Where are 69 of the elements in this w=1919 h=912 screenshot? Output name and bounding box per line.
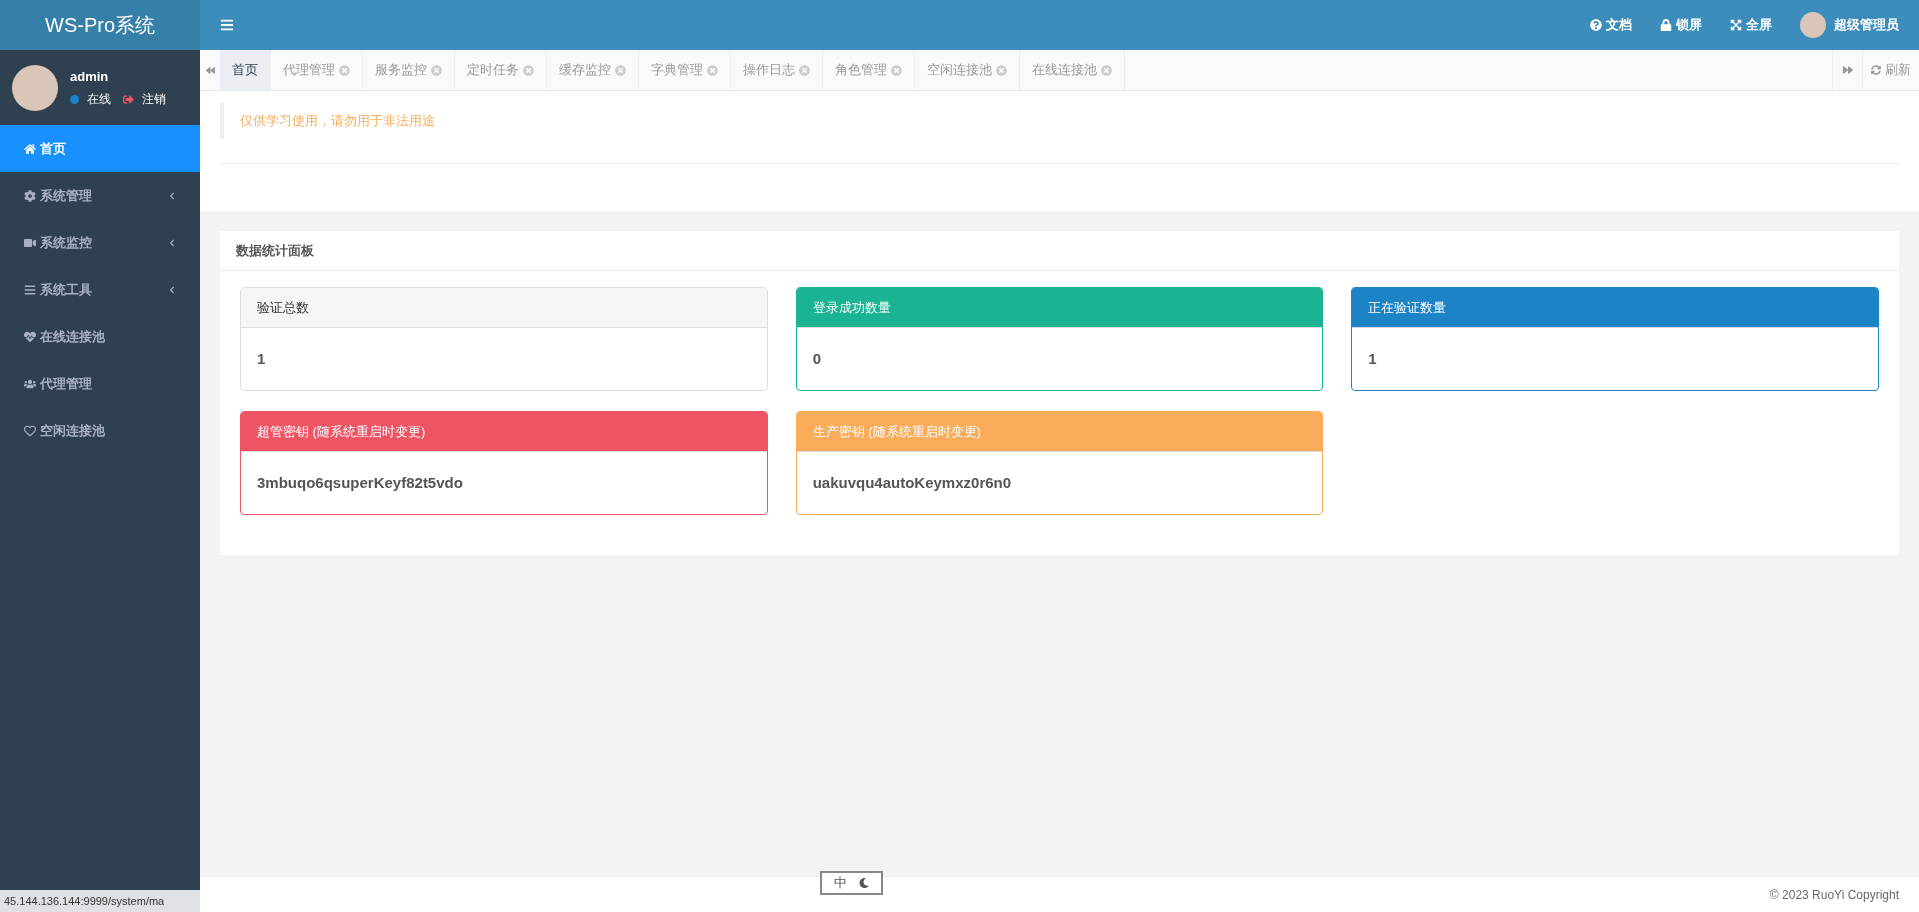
close-icon[interactable] (799, 64, 810, 76)
navbar-link[interactable]: 锁屏 (1660, 15, 1702, 35)
sidebar-item[interactable]: 代理管理 (0, 360, 200, 407)
page-tab[interactable]: 空闲连接池 (915, 50, 1020, 90)
ime-toolbar[interactable]: 中 (820, 871, 883, 895)
user-name: admin (70, 67, 110, 86)
card-value: 1 (1368, 348, 1377, 369)
refresh-icon (1871, 65, 1881, 75)
close-icon[interactable] (615, 64, 626, 76)
panel-title: 数据统计面板 (236, 241, 314, 260)
close-icon[interactable] (707, 64, 718, 76)
card-title: 正在验证数量 (1368, 298, 1447, 317)
sidebar-item[interactable]: 空闲连接池 (0, 407, 200, 454)
card-title: 生产密钥 (随系统重启时变更) (812, 422, 981, 441)
page-tab[interactable]: 首页 (220, 50, 271, 90)
close-icon[interactable] (431, 64, 442, 76)
card-title: 超管密钥 (随系统重启时变更) (257, 422, 426, 441)
forward-icon (1842, 65, 1853, 75)
brand-title: WS-Pro系统 (45, 13, 155, 38)
footer-copyright: © 2023 RuoYi Copyright (1769, 886, 1899, 904)
close-icon[interactable] (891, 64, 902, 76)
heartbeat-icon (24, 330, 36, 343)
page-tab[interactable]: 在线连接池 (1020, 50, 1125, 90)
card-value: uakuvqu4autoKeymxz0r6n0 (812, 472, 1012, 493)
avatar (12, 64, 58, 111)
heart-icon (24, 424, 36, 437)
card-title: 验证总数 (257, 298, 309, 317)
expand-icon (1730, 19, 1742, 31)
navbar-avatar (1800, 12, 1826, 38)
navbar-link[interactable]: 文档 (1590, 15, 1632, 35)
close-icon[interactable] (1101, 64, 1112, 76)
logout-icon (123, 93, 134, 105)
close-icon[interactable] (339, 64, 350, 76)
logout-link[interactable]: 注销 (142, 90, 166, 109)
refresh-button[interactable]: 刷新 (1862, 50, 1919, 90)
page-tab[interactable]: 缓存监控 (547, 50, 639, 90)
sidebar-item[interactable]: 系统监控 (0, 219, 200, 266)
ime-language[interactable]: 中 (834, 873, 847, 893)
navbar-link[interactable]: 全屏 (1730, 15, 1772, 35)
sidebar-item[interactable]: 首页 (0, 125, 200, 172)
users-icon (24, 377, 36, 390)
user-menu-link[interactable]: 超级管理员 (1834, 15, 1899, 35)
page-tab[interactable]: 角色管理 (823, 50, 915, 90)
card-value: 3mbuqo6qsuperKeyf82t5vdo (257, 472, 463, 493)
home-icon (24, 142, 36, 155)
gear-icon (24, 189, 36, 202)
online-status: 在线 (87, 91, 111, 109)
page-tab[interactable]: 字典管理 (639, 50, 731, 90)
sidebar-item[interactable]: 在线连接池 (0, 313, 200, 360)
page-tab[interactable]: 代理管理 (271, 50, 363, 90)
sidebar-item[interactable]: 系统管理 (0, 172, 200, 219)
video-camera-icon (24, 236, 36, 249)
page-tab[interactable]: 操作日志 (731, 50, 823, 90)
lock-icon (1660, 19, 1672, 31)
sidebar-item[interactable]: 系统工具 (0, 266, 200, 313)
card-title: 登录成功数量 (812, 298, 891, 317)
close-icon[interactable] (523, 64, 534, 76)
close-icon[interactable] (996, 64, 1007, 76)
card-value: 1 (257, 348, 266, 369)
page-tab[interactable]: 服务监控 (363, 50, 455, 90)
notice-text: 仅供学习使用，请勿用于非法用途 (240, 113, 435, 128)
question-icon (1590, 19, 1602, 31)
moon-icon[interactable] (859, 878, 869, 888)
menu-icon (24, 283, 36, 296)
menu-icon[interactable] (220, 18, 234, 32)
backward-icon (205, 65, 215, 75)
card-value: 0 (812, 348, 821, 369)
page-tab[interactable]: 定时任务 (455, 50, 547, 90)
browser-status-url: 45.144.136.144:9999/system/ma (0, 890, 200, 912)
